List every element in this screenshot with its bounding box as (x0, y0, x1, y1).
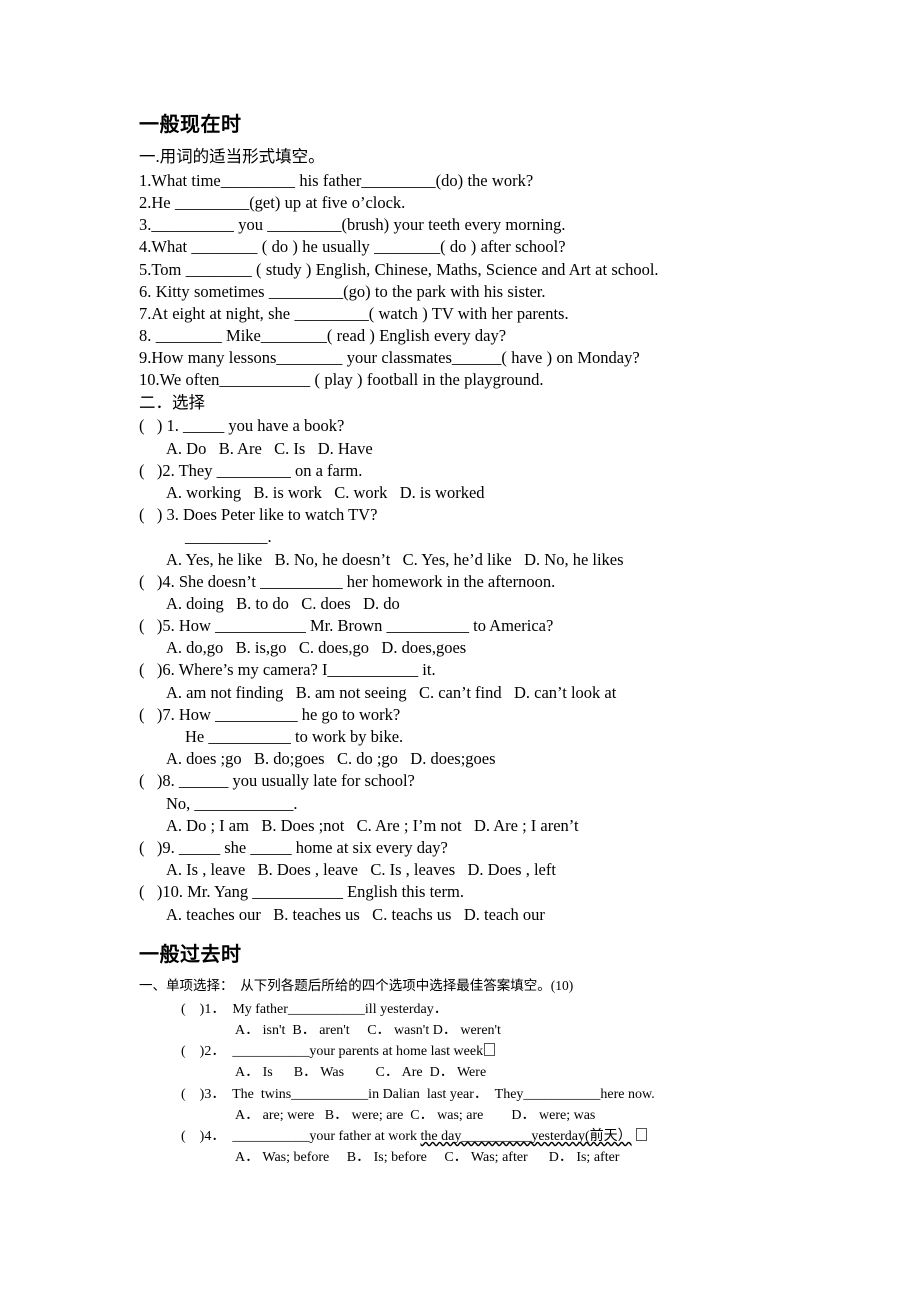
past-multiple-choice-list: ( )1． My father___________ill yesterday．… (139, 999, 819, 1169)
mc-question-stem: ( )5. How ___________ Mr. Brown ________… (139, 616, 554, 636)
mc-question-stem: ( ) 1. _____ you have a book? (139, 416, 345, 436)
mc-question-answers: A. Do ; I am B. Does ;not C. Are ; I’m n… (166, 815, 579, 835)
mc-question-stem: ( )2． ___________your parents at home la… (139, 1041, 819, 1062)
mc-question-answers: A. doing B. to do C. does D. do (166, 593, 400, 613)
mc-question-continuation: No, ____________. (166, 793, 298, 813)
mc-question-continuation: He __________ to work by bike. (185, 727, 404, 747)
mc-question-stem: ( )4． ___________your father at work the… (139, 1126, 819, 1147)
mc-question-stem: ( )9. _____ she _____ home at six every … (139, 837, 448, 857)
mc-stem-text: ( )1． My father___________ill yesterday． (181, 1001, 448, 1017)
mc-stem-text: ( )3． The twins___________in Dalian last… (181, 1086, 655, 1102)
mc-question-stem: ( )6. Where’s my camera? I___________ it… (139, 660, 436, 680)
fill-in-blank-item: 10.We often___________ ( play ) football… (139, 370, 544, 390)
section-heading-past-simple: 一般过去时 (139, 941, 242, 966)
mc-question-answers: A． are; were B． were; are C． was; are D．… (235, 1107, 596, 1123)
mc-stem-text: ( )4． ___________your father at work (181, 1129, 421, 1145)
mc-question-answers: A. do,go B. is,go C. does,go D. does,goe… (166, 638, 467, 658)
missing-glyph-box (484, 1043, 496, 1057)
fill-in-blank-item: 2.He _________(get) up at five o’clock. (139, 192, 406, 212)
document-content: 一般现在时 一.用词的适当形式填空。 1.What time_________ … (139, 112, 819, 1169)
fill-in-blank-item: 6. Kitty sometimes _________(go) to the … (139, 281, 546, 301)
mc-stem-text: ( )2． ___________your parents at home la… (181, 1044, 484, 1060)
mc-question-stem: ( )8. ______ you usually late for school… (139, 771, 415, 791)
mc-question-answers: A． isn't B． aren't C． wasn't D． weren't (235, 1022, 501, 1038)
mc-question-answers: A. am not finding B. am not seeing C. ca… (166, 682, 617, 702)
mc-question-answers: A. working B. is work C. work D. is work… (166, 482, 485, 502)
mc-question-stem: ( )1． My father___________ill yesterday． (139, 999, 819, 1020)
mc-question-stem: ( )4. She doesn’t __________ her homewor… (139, 571, 556, 591)
fill-in-blank-item: 3.__________ you _________(brush) your t… (139, 215, 566, 235)
mc-question-stem: ( )7. How __________ he go to work? (139, 704, 401, 724)
fill-in-blank-item: 1.What time_________ his father_________… (139, 170, 534, 190)
mc-question-answers: A. Is , leave B. Does , leave C. Is , le… (166, 860, 556, 880)
mc-question-stem: ( )10. Mr. Yang ___________ English this… (139, 882, 464, 902)
past-part-one-intro: 一、单项选择： 从下列各题后所给的四个选项中选择最佳答案填空。(10) (139, 977, 574, 993)
fill-in-blank-item: 8. ________ Mike________( read ) English… (139, 326, 507, 346)
mc-stem-spellcheck-text: the day__________yesterday(前天） (420, 1129, 632, 1145)
section-heading-present-simple: 一般现在时 (139, 112, 242, 136)
mc-question-answers: A． Is B． Was C． Are D． Were (235, 1065, 487, 1081)
mc-question-stem: ( )3． The twins___________in Dalian last… (139, 1084, 819, 1105)
fill-in-blank-item: 4.What ________ ( do ) he usually ______… (139, 237, 566, 257)
mc-question-answers: A. teaches our B. teaches us C. teachs u… (166, 904, 545, 924)
mc-question-continuation: __________. (185, 527, 272, 547)
missing-glyph-box (636, 1128, 648, 1142)
part-one-intro: 一.用词的适当形式填空。 (139, 147, 325, 166)
mc-question-answers: A. Yes, he like B. No, he doesn’t C. Yes… (166, 549, 624, 569)
fill-in-blank-list: 1.What time_________ his father_________… (139, 170, 819, 392)
document-page: 一般现在时 一.用词的适当形式填空。 1.What time_________ … (0, 0, 920, 1302)
multiple-choice-list: ( ) 1. _____ you have a book? A. Do B. A… (139, 415, 819, 925)
fill-in-blank-item: 9.How many lessons________ your classmat… (139, 348, 640, 368)
mc-question-stem: ( )2. They _________ on a farm. (139, 460, 363, 480)
part-two-intro: 二．选择 (139, 392, 205, 412)
mc-stem-text-tail (632, 1129, 636, 1144)
fill-in-blank-item: 7.At eight at night, she _________( watc… (139, 303, 569, 323)
mc-question-answers: A． Was; before B． Is; before C． Was; aft… (235, 1150, 620, 1166)
mc-question-answers: A. Do B. Are C. Is D. Have (166, 438, 373, 458)
mc-question-answers: A. does ;go B. do;goes C. do ;go D. does… (166, 749, 496, 769)
mc-question-stem: ( ) 3. Does Peter like to watch TV? (139, 505, 378, 525)
fill-in-blank-item: 5.Tom ________ ( study ) English, Chines… (139, 259, 659, 279)
